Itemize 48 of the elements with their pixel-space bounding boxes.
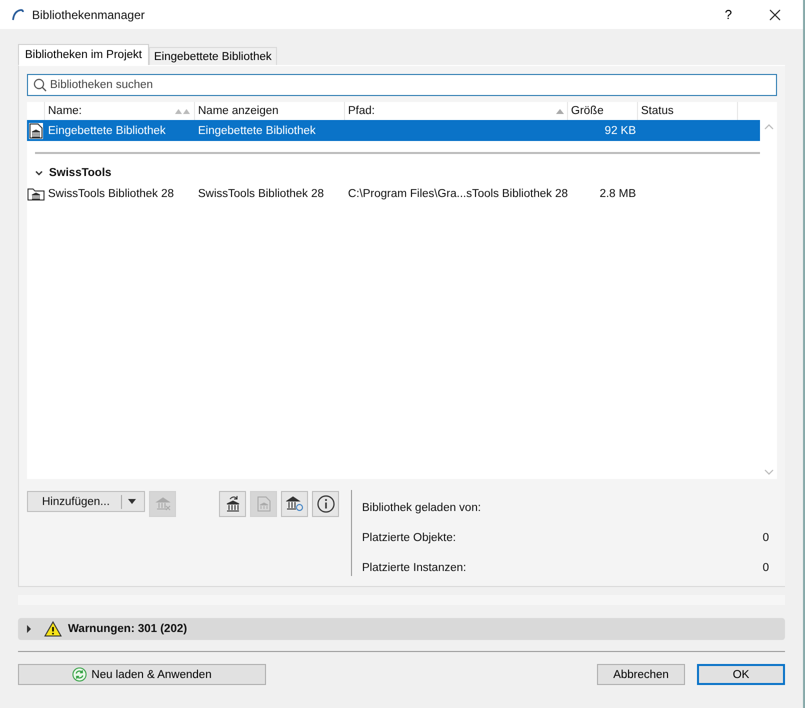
info-value: 0 bbox=[762, 562, 769, 576]
library-document-icon bbox=[29, 122, 43, 138]
window-title: Bibliothekenmanager bbox=[32, 8, 145, 22]
group-title: SwissTools bbox=[49, 167, 112, 179]
table-cell: 92 KB bbox=[604, 124, 636, 136]
table-cell: SwissTools Bibliothek 28 bbox=[198, 188, 324, 200]
library-remove-icon bbox=[154, 496, 170, 512]
tool-button[interactable] bbox=[281, 491, 308, 517]
reload-apply-button[interactable]: Neu laden & Anwenden bbox=[18, 664, 266, 685]
library-refresh-icon bbox=[286, 496, 304, 512]
cancel-button[interactable]: Abbrechen bbox=[597, 664, 685, 685]
info-value: 0 bbox=[762, 532, 769, 546]
scrollbar[interactable] bbox=[760, 102, 777, 479]
column-header[interactable]: Status bbox=[641, 105, 674, 117]
info-label: Platzierte Objekte: bbox=[362, 532, 456, 546]
column-header[interactable]: Name anzeigen bbox=[198, 105, 279, 117]
scroll-down-icon[interactable] bbox=[764, 469, 774, 475]
tab[interactable]: Bibliotheken im Projekt bbox=[18, 44, 149, 65]
caret-icon bbox=[128, 499, 136, 504]
add-button[interactable]: Hinzufügen... bbox=[27, 491, 145, 512]
info-label: Platzierte Instanzen: bbox=[362, 562, 466, 576]
chevron-icon[interactable] bbox=[35, 169, 43, 177]
library-arrow-icon bbox=[224, 495, 240, 513]
warnings-bar[interactable]: Warnungen: 301 (202) bbox=[18, 618, 785, 640]
search-field[interactable]: Bibliotheken suchen bbox=[27, 74, 777, 96]
warning-icon bbox=[44, 621, 62, 637]
table-cell: Eingebettete Bibliothek bbox=[48, 124, 166, 136]
library-document-icon bbox=[256, 496, 270, 512]
ok-button[interactable]: OK bbox=[697, 664, 785, 685]
info-label: Bibliothek geladen von: bbox=[362, 502, 481, 516]
tool-button[interactable] bbox=[312, 491, 339, 517]
help-button[interactable]: ? bbox=[724, 7, 732, 22]
tab[interactable]: Eingebettete Bibliothek bbox=[148, 47, 277, 65]
tool-button[interactable] bbox=[219, 491, 246, 517]
table-cell: SwissTools Bibliothek 28 bbox=[48, 188, 174, 200]
column-header[interactable]: Größe bbox=[571, 105, 604, 117]
table-cell: 2.8 MB bbox=[600, 188, 636, 200]
table-row[interactable]: Eingebettete Bibliothek Eingebettete Bibliothek 92 KB bbox=[27, 120, 760, 141]
info-icon bbox=[316, 495, 334, 513]
refresh-icon bbox=[72, 667, 88, 682]
scroll-up-icon[interactable] bbox=[764, 124, 774, 130]
column-header[interactable]: Name: bbox=[48, 105, 82, 117]
table-cell: C:\Program Files\Gra...sTools Bibliothek 28 bbox=[348, 188, 568, 200]
app-logo-icon bbox=[11, 8, 25, 22]
library-folder-icon bbox=[27, 186, 45, 200]
close-icon[interactable] bbox=[769, 8, 781, 20]
column-header[interactable]: Pfad: bbox=[348, 105, 375, 117]
table-cell: Eingebettete Bibliothek bbox=[198, 124, 316, 136]
